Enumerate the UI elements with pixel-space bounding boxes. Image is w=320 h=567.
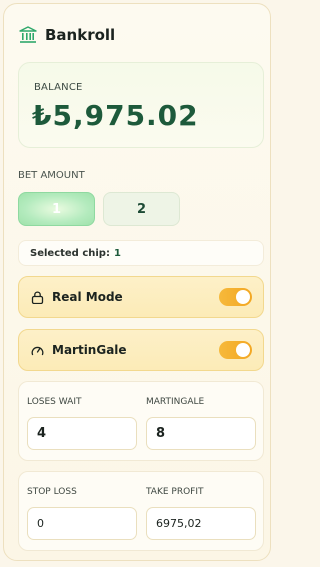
martingale-multiplier-label: MARTINGALE	[146, 397, 205, 407]
martingale-toggle[interactable]	[219, 341, 252, 359]
limits-card: STOP LOSS TAKE PROFIT 0 6975,02	[18, 471, 264, 551]
martingale-multiplier-input[interactable]: 8	[146, 417, 256, 450]
stop-loss-input[interactable]: 0	[27, 507, 137, 540]
bankroll-panel: Bankroll BALANCE ₺5,975.02 BET AMOUNT 1 …	[3, 3, 271, 561]
martingale-row: MartinGale	[18, 329, 264, 371]
chip-button-2[interactable]: 2	[103, 192, 180, 226]
balance-label: BALANCE	[34, 82, 83, 93]
bet-amount-label: BET AMOUNT	[18, 170, 85, 181]
chip-label: 1	[51, 201, 62, 217]
selected-chip-label: Selected chip:	[30, 247, 110, 259]
chip-label: 2	[136, 201, 147, 217]
stop-loss-label: STOP LOSS	[27, 487, 77, 497]
panel-title: Bankroll	[45, 26, 116, 44]
real-mode-toggle[interactable]	[219, 288, 252, 306]
take-profit-label: TAKE PROFIT	[146, 487, 204, 497]
selected-chip-display: Selected chip: 1	[18, 240, 264, 266]
toggle-knob	[236, 290, 250, 304]
real-mode-row: Real Mode	[18, 276, 264, 318]
real-mode-label: Real Mode	[52, 290, 123, 304]
balance-card: BALANCE ₺5,975.02	[18, 62, 264, 148]
martingale-settings-card: LOSES WAIT MARTINGALE 4 8	[18, 381, 264, 461]
martingale-label: MartinGale	[52, 343, 127, 357]
lock-icon	[31, 291, 44, 304]
gauge-icon	[31, 346, 44, 355]
selected-chip-value: 1	[113, 247, 121, 259]
balance-value: ₺5,975.02	[32, 99, 199, 132]
bank-icon	[19, 26, 37, 43]
panel-header: Bankroll	[19, 26, 115, 44]
loses-wait-label: LOSES WAIT	[27, 397, 82, 407]
loses-wait-input[interactable]: 4	[27, 417, 137, 450]
toggle-knob	[236, 343, 250, 357]
chip-button-1[interactable]: 1	[18, 192, 95, 226]
take-profit-input[interactable]: 6975,02	[146, 507, 256, 540]
